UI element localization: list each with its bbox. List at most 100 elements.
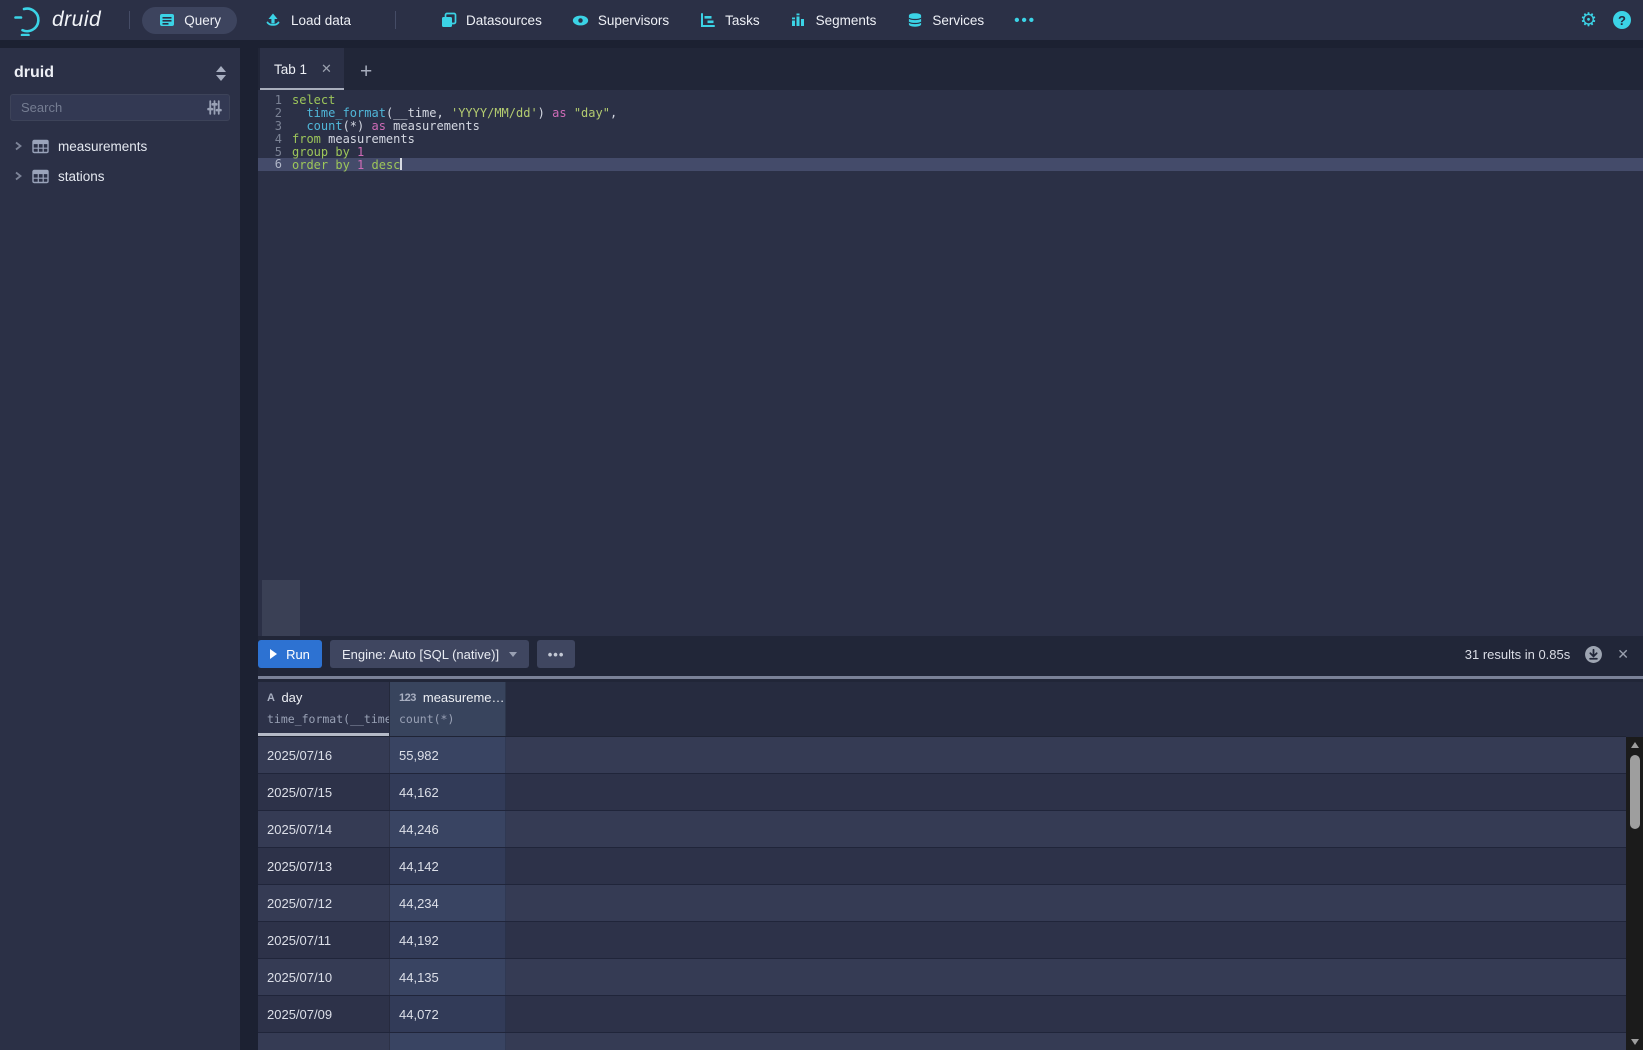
- nav-segments[interactable]: Segments: [790, 12, 877, 29]
- cell-day[interactable]: 2025/07/09: [258, 996, 390, 1032]
- text-cursor: [400, 158, 402, 170]
- results-rows: 2025/07/1655,9822025/07/1544,1622025/07/…: [258, 737, 1626, 1050]
- table-icon: [32, 169, 49, 184]
- top-nav-bar: druid Query Load data Datasources S: [0, 0, 1643, 40]
- nav-tasks[interactable]: Tasks: [699, 12, 760, 29]
- bar-chart-icon: [790, 12, 807, 29]
- engine-select-button[interactable]: Engine: Auto [SQL (native)]: [330, 640, 529, 668]
- column-header-measurements[interactable]: 123 measureme… count(*): [390, 682, 506, 736]
- nav-segments-label: Segments: [816, 13, 877, 28]
- nav-load-data[interactable]: Load data: [265, 12, 351, 29]
- cell-measurements[interactable]: 44,234: [390, 885, 506, 921]
- cell-measurements[interactable]: 44,192: [390, 922, 506, 958]
- close-results-icon[interactable]: ✕: [1617, 646, 1629, 663]
- cell-day[interactable]: 2025/07/15: [258, 774, 390, 810]
- sort-indicator: [258, 733, 389, 736]
- cell-measurements[interactable]: 55,982: [390, 737, 506, 773]
- chevron-right-icon[interactable]: [13, 141, 23, 151]
- number-type-icon: 123: [399, 692, 416, 704]
- cell-measurements[interactable]: 44,072: [390, 996, 506, 1032]
- cell-measurements[interactable]: 44,135: [390, 959, 506, 995]
- cell-measurements[interactable]: 44,246: [390, 811, 506, 847]
- settings-gear-icon[interactable]: ⚙: [1580, 11, 1597, 30]
- topbar-divider: [129, 11, 130, 29]
- run-more-button[interactable]: •••: [537, 640, 575, 668]
- run-button[interactable]: Run: [258, 640, 322, 668]
- upload-icon: [265, 12, 282, 29]
- cell-day[interactable]: 2025/07/14: [258, 811, 390, 847]
- table-row[interactable]: 2025/07/1044,135: [258, 959, 1626, 996]
- table-row[interactable]: 2025/07/1444,246: [258, 811, 1626, 848]
- table-icon: [32, 139, 49, 154]
- table-row[interactable]: 2025/07/1244,234: [258, 885, 1626, 922]
- nav-datasources[interactable]: Datasources: [440, 12, 542, 29]
- line-number: 1: [258, 94, 292, 107]
- brand-name: druid: [52, 8, 101, 32]
- table-row[interactable]: 2025/07/0944,072: [258, 996, 1626, 1033]
- code-line[interactable]: 4from measurements: [258, 133, 1643, 146]
- code-line[interactable]: 6order by 1 desc: [258, 158, 1643, 171]
- cell-day[interactable]: 2025/07/11: [258, 922, 390, 958]
- eye-icon: [572, 12, 589, 29]
- nav-supervisors[interactable]: Supervisors: [572, 12, 669, 29]
- help-icon[interactable]: ?: [1613, 11, 1631, 29]
- nav-services-label: Services: [932, 13, 984, 28]
- line-number: 2: [258, 107, 292, 120]
- line-number: 3: [258, 120, 292, 133]
- code-text: group by 1: [292, 146, 364, 159]
- schema-sidebar: druid measurements stations: [0, 48, 240, 1050]
- vertical-scrollbar[interactable]: [1626, 737, 1643, 1050]
- code-line[interactable]: 3 count(*) as measurements: [258, 120, 1643, 133]
- filter-icon[interactable]: [206, 99, 223, 121]
- topbar-divider: [395, 11, 396, 29]
- search-input[interactable]: [10, 94, 230, 121]
- result-status-text: 31 results in 0.85s: [1465, 647, 1571, 662]
- table-row[interactable]: 2025/07/1344,142: [258, 848, 1626, 885]
- code-line[interactable]: 5group by 1: [258, 146, 1643, 159]
- schema-title: druid: [14, 64, 54, 82]
- query-tab-bar: Tab 1 ✕ +: [258, 48, 1643, 90]
- cell-measurements[interactable]: 44,162: [390, 774, 506, 810]
- cell-day[interactable]: 2025/07/13: [258, 848, 390, 884]
- nav-services[interactable]: Services: [906, 12, 984, 29]
- main-nav: Query Load data Datasources Supervisors: [144, 7, 1036, 34]
- scroll-down-arrow[interactable]: [1626, 1034, 1643, 1050]
- code-text: order by 1 desc: [292, 158, 402, 171]
- results-table: A day time_format(__time,… 123 measureme…: [258, 682, 1643, 1050]
- table-row[interactable]: 2025/07/1144,192: [258, 922, 1626, 959]
- cell-day[interactable]: 2025/07/16: [258, 737, 390, 773]
- sidebar-item-measurements[interactable]: measurements: [0, 131, 240, 161]
- nav-more-button[interactable]: •••: [1014, 12, 1036, 29]
- table-row[interactable]: 2025/07/1544,162: [258, 774, 1626, 811]
- string-type-icon: A: [267, 692, 274, 704]
- engine-label: Engine: Auto [SQL (native)]: [342, 647, 499, 662]
- schema-select-caret-icon[interactable]: [216, 66, 226, 81]
- cell-day[interactable]: 2025/07/12: [258, 885, 390, 921]
- scrollbar-thumb[interactable]: [1630, 755, 1640, 829]
- nav-tasks-label: Tasks: [725, 13, 760, 28]
- table-row[interactable]: 2025/07/1655,982: [258, 737, 1626, 774]
- schema-header: druid: [0, 48, 240, 94]
- tab-close-icon[interactable]: ✕: [321, 61, 332, 77]
- datasources-icon: [440, 12, 457, 29]
- cell-day[interactable]: 2025/07/10: [258, 959, 390, 995]
- druid-logo-icon: [12, 4, 44, 36]
- tab-label: Tab 1: [274, 62, 307, 77]
- nav-query[interactable]: Query: [142, 7, 237, 34]
- play-icon: [270, 649, 277, 659]
- chevron-right-icon[interactable]: [13, 171, 23, 181]
- add-tab-button[interactable]: +: [360, 61, 372, 90]
- table-row-partial[interactable]: [258, 1033, 1626, 1050]
- result-status-area: 31 results in 0.85s ✕: [1465, 645, 1643, 664]
- tab-1[interactable]: Tab 1 ✕: [260, 48, 344, 90]
- nav-load-data-label: Load data: [291, 13, 351, 28]
- query-workbench: Tab 1 ✕ + 1select2 time_format(__time, '…: [258, 48, 1643, 1050]
- sidebar-item-stations[interactable]: stations: [0, 161, 240, 191]
- scroll-up-arrow[interactable]: [1626, 737, 1643, 753]
- pane-splitter-handle[interactable]: [258, 676, 1643, 679]
- download-results-icon[interactable]: [1584, 645, 1603, 664]
- column-header-day[interactable]: A day time_format(__time,…: [258, 682, 390, 736]
- druid-brand[interactable]: druid: [12, 4, 101, 36]
- sql-editor[interactable]: 1select2 time_format(__time, 'YYYY/MM/dd…: [258, 90, 1643, 636]
- cell-measurements[interactable]: 44,142: [390, 848, 506, 884]
